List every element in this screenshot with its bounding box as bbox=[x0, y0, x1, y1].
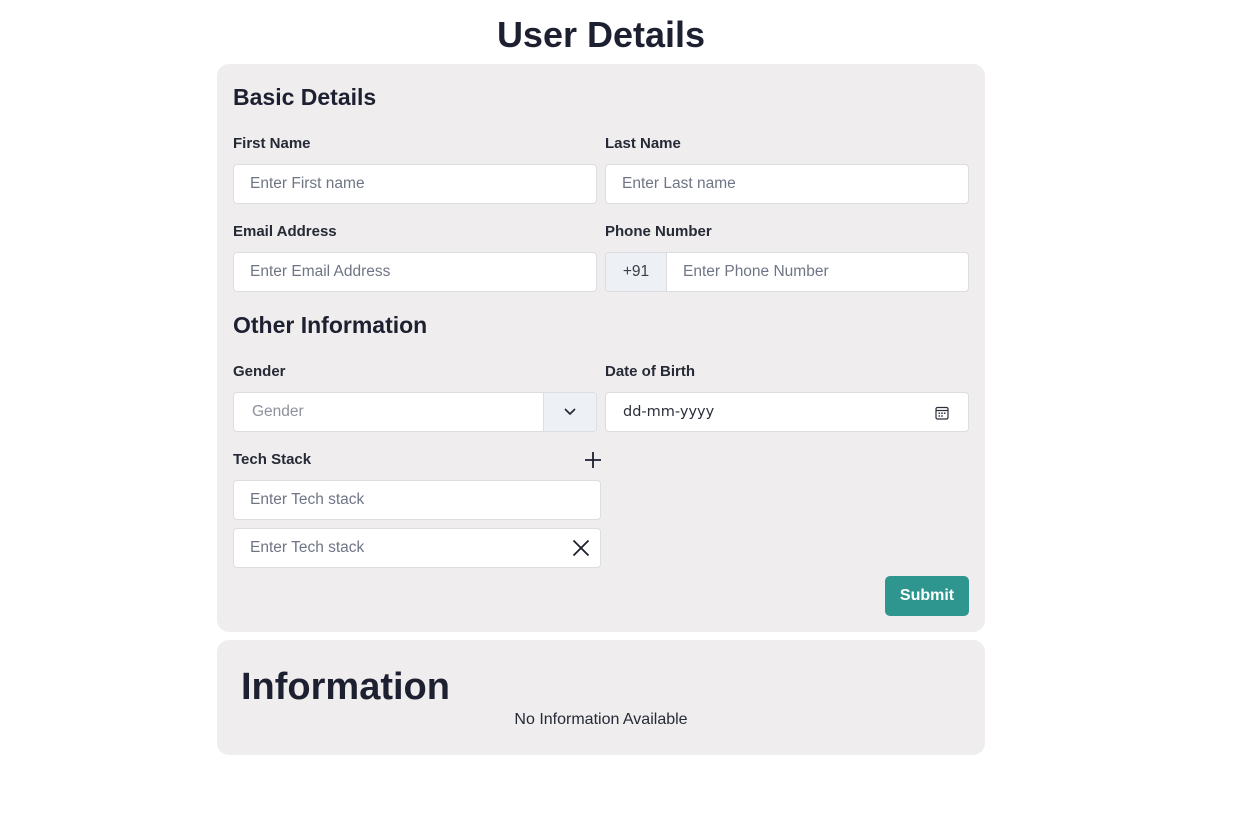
country-code-prefix: +91 bbox=[606, 253, 667, 291]
information-heading: Information bbox=[241, 666, 450, 708]
last-name-label: Last Name bbox=[605, 135, 681, 152]
dob-label: Date of Birth bbox=[605, 363, 695, 380]
tech-stack-field-2 bbox=[233, 528, 601, 568]
basic-details-heading: Basic Details bbox=[233, 84, 377, 110]
gender-select-value: Gender bbox=[252, 403, 304, 420]
first-name-input[interactable] bbox=[250, 165, 596, 203]
page-title: User Details bbox=[496, 14, 706, 55]
plus-icon[interactable] bbox=[583, 450, 603, 470]
close-icon[interactable] bbox=[571, 538, 591, 558]
tech-stack-input[interactable] bbox=[250, 481, 600, 519]
gender-select[interactable]: Gender bbox=[233, 392, 597, 432]
calendar-icon[interactable] bbox=[934, 405, 950, 421]
tech-stack-label: Tech Stack bbox=[233, 451, 312, 468]
dob-input[interactable]: dd-mm-yyyy bbox=[605, 392, 969, 432]
last-name-field bbox=[605, 164, 969, 204]
phone-label: Phone Number bbox=[605, 223, 712, 240]
dob-value: dd-mm-yyyy bbox=[623, 404, 715, 420]
user-form-card: Basic Details First Name Last Name Email… bbox=[217, 64, 985, 632]
email-input[interactable] bbox=[250, 253, 596, 291]
email-label: Email Address bbox=[233, 223, 337, 240]
last-name-input[interactable] bbox=[622, 165, 968, 203]
tech-stack-input[interactable] bbox=[250, 529, 564, 567]
submit-button[interactable]: Submit bbox=[885, 576, 969, 616]
first-name-label: First Name bbox=[233, 135, 311, 152]
tech-stack-field-1 bbox=[233, 480, 601, 520]
gender-label: Gender bbox=[233, 363, 286, 380]
phone-field: +91 bbox=[605, 252, 969, 292]
first-name-field bbox=[233, 164, 597, 204]
empty-state-text: No Information Available bbox=[514, 711, 688, 728]
phone-input[interactable] bbox=[683, 253, 968, 291]
email-field bbox=[233, 252, 597, 292]
chevron-down-icon[interactable] bbox=[543, 393, 596, 431]
other-information-heading: Other Information bbox=[233, 312, 428, 338]
information-card: Information No Information Available bbox=[217, 640, 985, 755]
